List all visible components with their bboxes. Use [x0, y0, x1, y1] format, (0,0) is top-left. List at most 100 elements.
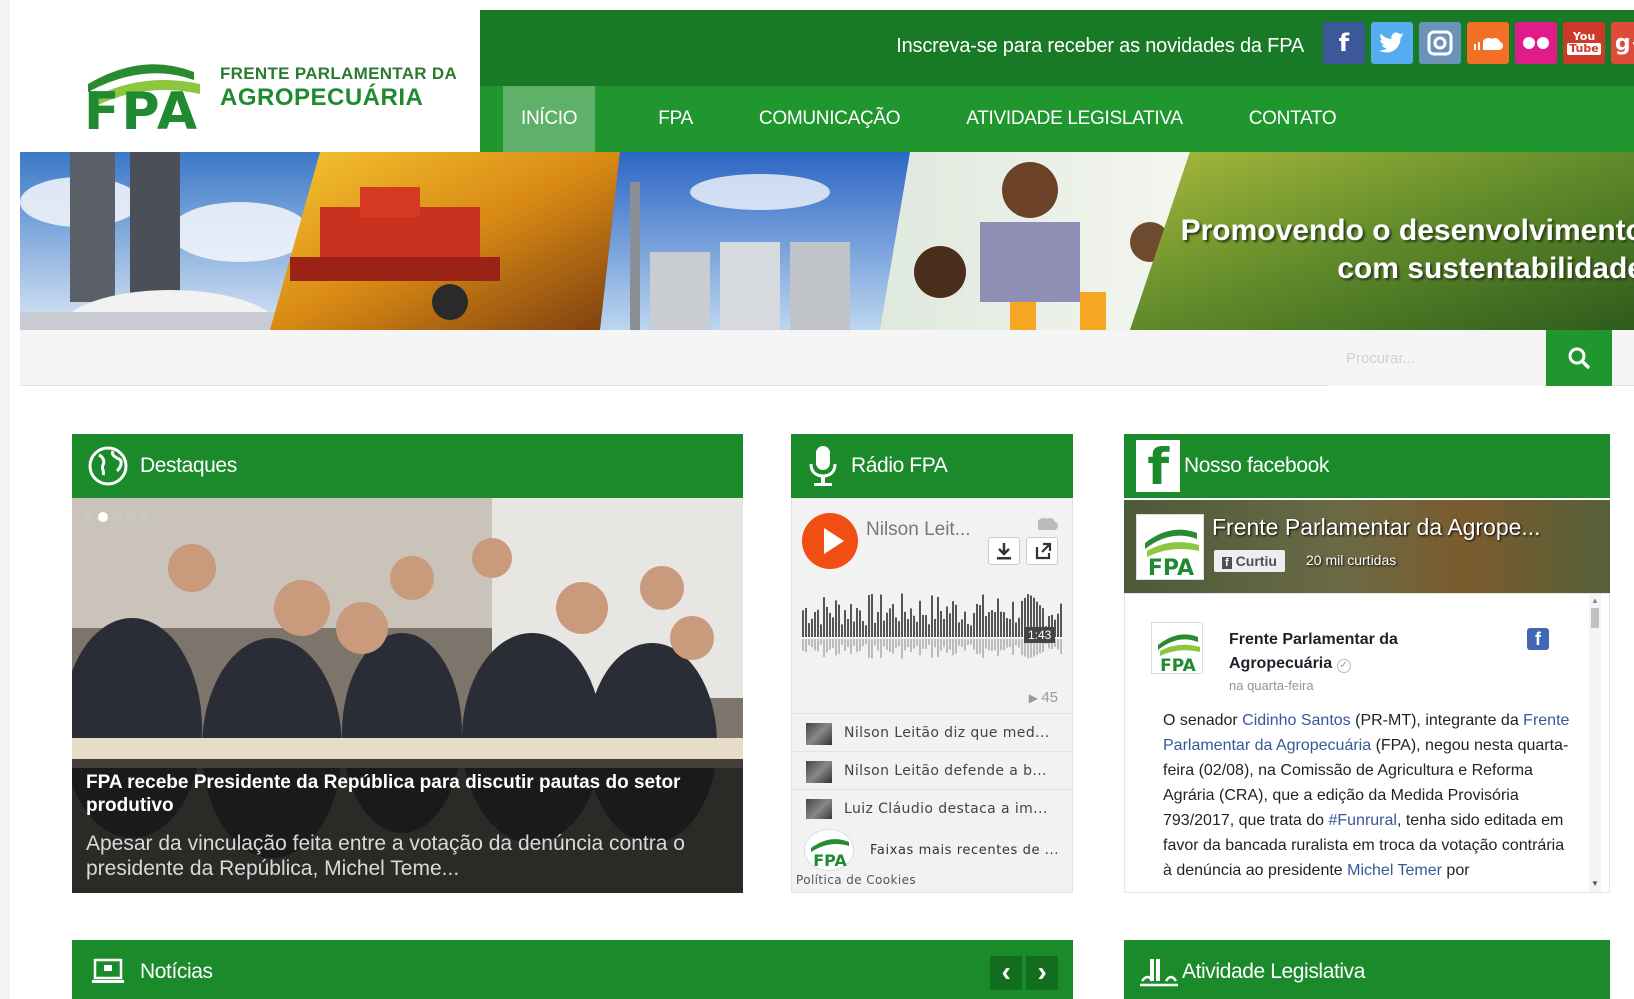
fb-post-author-line2: Agropecuária: [1229, 655, 1333, 672]
waveform-bar: [922, 615, 924, 637]
track-item[interactable]: Nilson Leitão diz que med...: [792, 713, 1072, 751]
post-link-temer[interactable]: Michel Temer: [1347, 862, 1442, 879]
fb-scrollbar[interactable]: ▲ ▼: [1589, 594, 1601, 892]
slider-dot[interactable]: [126, 512, 136, 522]
slider-dot[interactable]: [112, 512, 122, 522]
slider-dot-active[interactable]: [98, 512, 108, 522]
waveform-reflection: [955, 639, 957, 654]
waveform-bar: [829, 613, 831, 637]
waveform-bar: [871, 594, 873, 637]
soundcloud-player: Nilson Leit... 1:43 ▶ 45 Nilson Leitão d…: [791, 498, 1073, 893]
fb-post-feed[interactable]: FPA Frente Parlamentar da Agropecuária ✓…: [1124, 593, 1610, 893]
tagline-line1: Promovendo o desenvolvimento: [1180, 214, 1634, 247]
fb-page-avatar[interactable]: FPA: [1136, 514, 1204, 581]
noticias-prev-button[interactable]: ‹: [990, 956, 1022, 990]
waveform-reflection: [979, 639, 981, 654]
share-button[interactable]: [1026, 537, 1058, 565]
fpa-avatar[interactable]: FPA: [804, 829, 854, 871]
scroll-down-arrow-icon[interactable]: ▼: [1591, 879, 1599, 888]
soundcloud-icon[interactable]: [1467, 22, 1509, 64]
subscribe-link[interactable]: Inscreva-se para receber as novidades da…: [896, 35, 1304, 58]
waveform-reflection: [1057, 639, 1059, 650]
post-link-funrural[interactable]: #Funrural: [1328, 812, 1396, 829]
waveform-bar: [913, 615, 915, 637]
waveform-reflection: [868, 639, 870, 658]
waveform-reflection: [811, 639, 813, 648]
waveform-bar: [943, 618, 945, 637]
scroll-thumb[interactable]: [1591, 608, 1599, 628]
waveform-reflection: [943, 639, 945, 648]
nav-item-comunicacao[interactable]: COMUNICAÇÃO: [726, 86, 933, 152]
fb-likes-count: 20 mil curtidas: [1306, 552, 1397, 568]
svg-text:FPA: FPA: [1148, 556, 1194, 581]
waveform-reflection: [1012, 639, 1014, 655]
fb-page-name[interactable]: Frente Parlamentar da Agrope...: [1212, 514, 1541, 541]
scroll-up-arrow-icon[interactable]: ▲: [1591, 596, 1599, 605]
waveform-bar: [970, 625, 972, 637]
search-input[interactable]: [1328, 330, 1546, 386]
fb-post-author[interactable]: Frente Parlamentar da Agropecuária ✓: [1229, 628, 1449, 676]
fb-small-icon[interactable]: f: [1527, 628, 1549, 650]
waveform-reflection: [988, 639, 990, 651]
soundcloud-logo-icon[interactable]: [1028, 515, 1058, 531]
post-link-cidinho[interactable]: Cidinho Santos: [1242, 712, 1351, 729]
atividade-header: Atividade Legislativa: [1124, 940, 1610, 999]
track-item[interactable]: Nilson Leitão defende a b...: [792, 751, 1072, 789]
slider-dots: [84, 512, 150, 522]
cookie-policy-link[interactable]: Política de Cookies: [796, 873, 916, 887]
nav-item-contato[interactable]: CONTATO: [1216, 86, 1370, 152]
waveform-reflection: [838, 639, 840, 654]
play-button[interactable]: [802, 513, 858, 569]
youtube-icon[interactable]: You Tube: [1563, 22, 1605, 64]
fb-post-avatar[interactable]: FPA: [1151, 622, 1203, 676]
waveform-reflection: [910, 639, 912, 652]
waveform-reflection: [973, 639, 975, 650]
waveform-reflection: [862, 639, 864, 647]
facebook-icon[interactable]: f: [1323, 22, 1365, 64]
slider-dot[interactable]: [140, 512, 150, 522]
waveform-reflection: [913, 639, 915, 649]
waveform-reflection: [844, 639, 846, 652]
waveform-bar: [997, 598, 999, 637]
google-plus-icon[interactable]: g+: [1611, 22, 1634, 64]
chevron-left-icon: ‹: [1001, 956, 1011, 987]
waveform-reflection: [928, 639, 930, 645]
waveform-reflection: [853, 639, 855, 646]
waveform-reflection: [832, 639, 834, 648]
download-button[interactable]: [988, 537, 1020, 565]
waveform-reflection: [808, 639, 810, 646]
waveform-bar: [919, 600, 921, 637]
radio-artist[interactable]: Nilson Leit...: [866, 519, 971, 541]
waveform-bar: [976, 603, 978, 637]
waveform-reflection: [946, 639, 948, 653]
radio-title: Rádio FPA: [851, 454, 948, 477]
nav-item-fpa[interactable]: FPA: [625, 86, 726, 152]
fb-like-button[interactable]: f Curtiu: [1214, 550, 1285, 572]
waveform-reflection: [940, 639, 942, 651]
waveform-reflection: [874, 639, 876, 646]
fb-page-cover[interactable]: FPA Frente Parlamentar da Agrope... f Cur…: [1124, 500, 1610, 593]
waveform-bar: [934, 618, 936, 637]
waveform-bar: [841, 624, 843, 637]
nav-item-atividade-legislativa[interactable]: ATIVIDADE LEGISLATIVA: [933, 86, 1216, 152]
instagram-icon[interactable]: [1419, 22, 1461, 64]
search-button[interactable]: [1546, 330, 1612, 386]
waveform-reflection: [823, 639, 825, 657]
noticias-next-button[interactable]: ›: [1026, 956, 1058, 990]
slider-dot[interactable]: [84, 512, 94, 522]
waveform-bar: [859, 610, 861, 637]
destaques-excerpt: Apesar da vinculação feita entre a votaç…: [86, 832, 685, 880]
recent-tracks-link[interactable]: Faixas mais recentes de ...: [870, 843, 1059, 858]
waveform-bar: [814, 611, 816, 637]
destaques-slide[interactable]: FPA recebe Presidente da República para …: [72, 498, 743, 893]
destaques-headline[interactable]: FPA recebe Presidente da República para …: [86, 771, 729, 817]
share-icon: [1035, 542, 1052, 560]
fb-post-time[interactable]: na quarta-feira: [1229, 678, 1314, 693]
fb-like-icon: f: [1222, 557, 1232, 569]
logo[interactable]: FPA FRENTE PARLAMENTAR DA AGROPECUÁRIA: [20, 0, 480, 152]
noticias-header: Notícias ‹ ›: [72, 940, 1073, 999]
nav-item-inicio[interactable]: INÍCIO: [503, 86, 596, 152]
twitter-icon[interactable]: [1371, 22, 1413, 64]
waveform-bar: [1057, 613, 1059, 637]
flickr-icon[interactable]: [1515, 22, 1557, 64]
